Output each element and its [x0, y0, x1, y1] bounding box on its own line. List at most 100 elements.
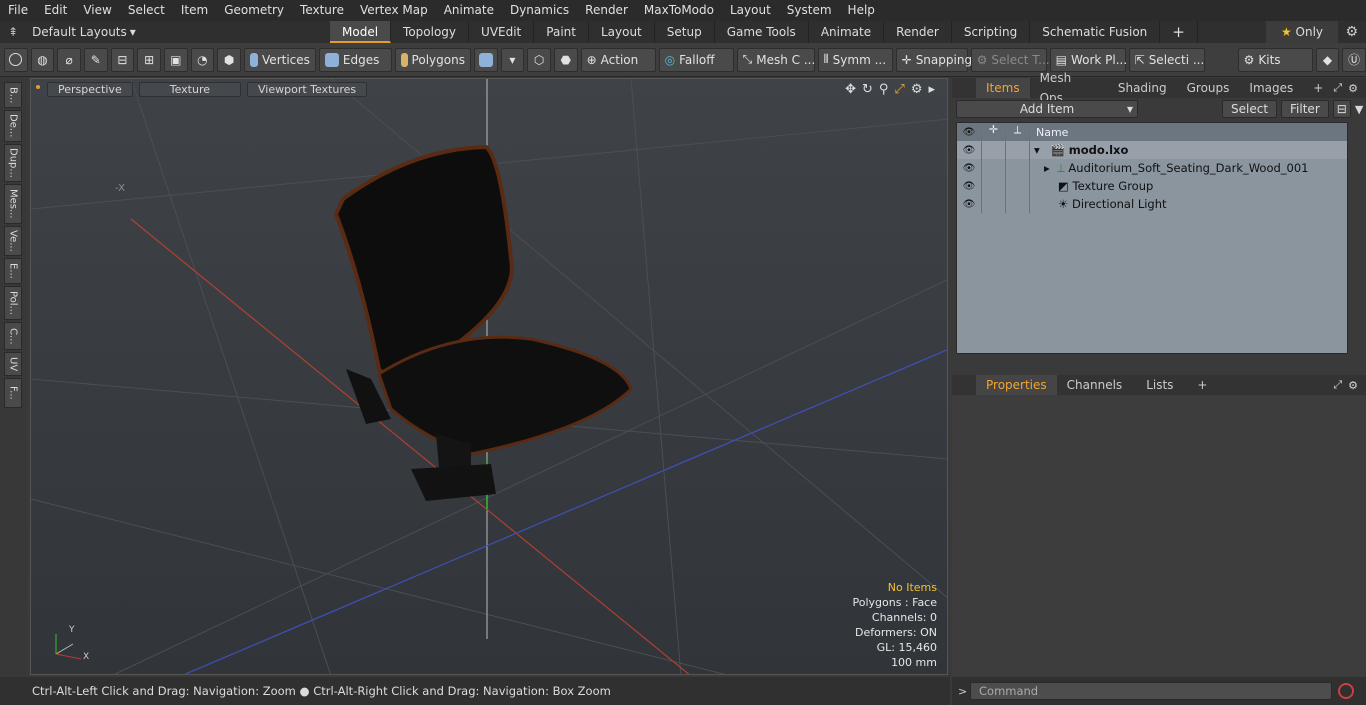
- left-tab-uv[interactable]: UV: [4, 352, 22, 376]
- tab-schematic-fusion[interactable]: Schematic Fusion: [1030, 21, 1161, 43]
- move-icon[interactable]: ✥: [845, 82, 856, 97]
- texture-button[interactable]: Texture: [138, 81, 241, 97]
- material-button[interactable]: [473, 47, 498, 72]
- left-tab-dup[interactable]: Dup...: [4, 144, 22, 182]
- menu-item[interactable]: Item: [173, 0, 216, 21]
- perspective-button[interactable]: Perspective: [47, 81, 133, 97]
- unity-button[interactable]: ◆: [1315, 47, 1340, 72]
- left-tab-ve[interactable]: Ve...: [4, 226, 22, 256]
- mesh-constraint-button[interactable]: ⤡ Mesh C ...: [736, 47, 815, 72]
- eye-icon[interactable]: 👁: [957, 199, 981, 210]
- add-item-button[interactable]: Add Item ▾: [956, 100, 1138, 118]
- globe-button[interactable]: ◍: [30, 47, 55, 72]
- arc-button[interactable]: ◔: [190, 47, 215, 72]
- tree-row-light[interactable]: 👁 ☀ Directional Light: [957, 195, 1347, 213]
- tab-animate[interactable]: Animate: [809, 21, 885, 43]
- menu-select[interactable]: Select: [120, 0, 173, 21]
- shield-button[interactable]: ⬡: [527, 47, 551, 72]
- maximize-icon[interactable]: ⤢: [894, 82, 904, 97]
- tab-paint[interactable]: Paint: [534, 21, 589, 43]
- filter-button[interactable]: Filter: [1281, 100, 1329, 118]
- left-tab-b[interactable]: B...: [4, 82, 22, 108]
- add-tab-button[interactable]: +: [1160, 21, 1198, 43]
- left-tab-pol[interactable]: Pol...: [4, 286, 22, 320]
- snap-shield-button[interactable]: ⬣: [553, 47, 578, 72]
- tab-uvedit[interactable]: UVEdit: [469, 21, 535, 43]
- menu-geometry[interactable]: Geometry: [216, 0, 292, 21]
- viewport-3d[interactable]: Y X -X Perspective Texture Viewport Text…: [30, 78, 948, 675]
- menu-help[interactable]: Help: [840, 0, 883, 21]
- collapse-button[interactable]: ⊟: [1332, 100, 1351, 118]
- unreal-button[interactable]: Ⓤ: [1342, 47, 1366, 72]
- edges-button[interactable]: Edges: [318, 47, 392, 72]
- menu-view[interactable]: View: [75, 0, 119, 21]
- tab-setup[interactable]: Setup: [655, 21, 715, 43]
- tab-layout[interactable]: Layout: [589, 21, 655, 43]
- align-button[interactable]: ⊟: [110, 47, 135, 72]
- tree-row-texture-group[interactable]: 👁 ◩ Texture Group: [957, 177, 1347, 195]
- tab-model[interactable]: Model: [330, 21, 392, 43]
- tab-shading[interactable]: Shading: [1108, 78, 1177, 98]
- menu-layout[interactable]: Layout: [722, 0, 779, 21]
- tab-groups[interactable]: Groups: [1177, 78, 1240, 98]
- eye-icon[interactable]: 👁: [957, 163, 981, 174]
- symmetry-button[interactable]: ⫴ Symm ...: [817, 47, 893, 72]
- eye-icon[interactable]: 👁: [957, 145, 981, 156]
- item-mode-button[interactable]: ⬢: [217, 47, 241, 72]
- command-input[interactable]: Command: [970, 682, 1332, 700]
- tab-items[interactable]: Items: [976, 78, 1030, 98]
- tab-images[interactable]: Images: [1239, 78, 1303, 98]
- menu-system[interactable]: System: [779, 0, 840, 21]
- left-tab-f[interactable]: F...: [4, 378, 22, 408]
- expand-icon[interactable]: ⤢: [1333, 81, 1342, 95]
- expand-down-icon[interactable]: ▾: [1034, 143, 1040, 157]
- menu-vertex-map[interactable]: Vertex Map: [352, 0, 436, 21]
- polygons-button[interactable]: Polygons: [394, 47, 471, 72]
- frame-button[interactable]: ▣: [163, 47, 188, 72]
- falloff-button[interactable]: ◎ Falloff: [658, 47, 734, 72]
- tab-lists[interactable]: Lists: [1132, 375, 1187, 395]
- left-tab-e[interactable]: E...: [4, 258, 22, 284]
- brush-button[interactable]: ✎: [83, 47, 108, 72]
- only-toggle[interactable]: ★ Only: [1266, 21, 1338, 43]
- tab-properties[interactable]: Properties: [976, 375, 1057, 395]
- expand-right-icon[interactable]: ▸: [1044, 161, 1050, 175]
- material-dropdown[interactable]: ▾: [500, 47, 525, 72]
- left-tab-de[interactable]: De...: [4, 110, 22, 142]
- selection-sets-button[interactable]: ⇱ Selecti ...: [1128, 47, 1205, 72]
- tree-row-mesh[interactable]: 👁 ▸ ⟂ Auditorium_Soft_Seating_Dark_Wood_…: [957, 159, 1347, 177]
- menu-file[interactable]: File: [0, 0, 36, 21]
- vertices-button[interactable]: Vertices: [243, 47, 316, 72]
- eye-icon[interactable]: 👁: [957, 181, 981, 192]
- tree-row-scene[interactable]: 👁 ▾ 🎬 modo.lxo: [957, 141, 1347, 159]
- center-button[interactable]: ⊞: [137, 47, 161, 72]
- menu-render[interactable]: Render: [577, 0, 636, 21]
- select-circle-button[interactable]: [4, 47, 28, 72]
- filter-icon[interactable]: ▼: [1355, 103, 1363, 116]
- left-tab-c[interactable]: C...: [4, 322, 22, 350]
- layouts-dropdown[interactable]: ⇞ Default Layouts ▾: [0, 21, 330, 43]
- action-center-button[interactable]: ⊕ Action: [580, 47, 656, 72]
- rotate-icon[interactable]: ↻: [862, 82, 873, 97]
- tab-channels[interactable]: Channels: [1057, 375, 1133, 395]
- select-button[interactable]: Select: [1222, 100, 1278, 118]
- panel-gear-icon[interactable]: ⚙: [1348, 82, 1358, 95]
- tab-render[interactable]: Render: [884, 21, 952, 43]
- menu-maxtomodo[interactable]: MaxToModo: [636, 0, 722, 21]
- tab-topology[interactable]: Topology: [391, 21, 470, 43]
- tab-scripting[interactable]: Scripting: [952, 21, 1031, 43]
- menu-dynamics[interactable]: Dynamics: [502, 0, 577, 21]
- menu-texture[interactable]: Texture: [292, 0, 352, 21]
- add-props-tab-icon[interactable]: +: [1187, 375, 1217, 395]
- settings-icon[interactable]: ⚙: [911, 82, 923, 97]
- tab-game-tools[interactable]: Game Tools: [715, 21, 809, 43]
- viewport-textures-button[interactable]: Viewport Textures: [247, 81, 368, 97]
- expand-icon[interactable]: ⤢: [1333, 378, 1342, 392]
- kits-button[interactable]: ⚙ Kits: [1237, 47, 1313, 72]
- add-tab-icon[interactable]: +: [1303, 78, 1333, 98]
- record-icon[interactable]: [1338, 683, 1354, 699]
- left-tab-mes[interactable]: Mes...: [4, 184, 22, 224]
- gear-icon[interactable]: ⚙: [1345, 24, 1358, 40]
- menu-animate[interactable]: Animate: [436, 0, 502, 21]
- panel-gear-icon[interactable]: ⚙: [1348, 379, 1358, 392]
